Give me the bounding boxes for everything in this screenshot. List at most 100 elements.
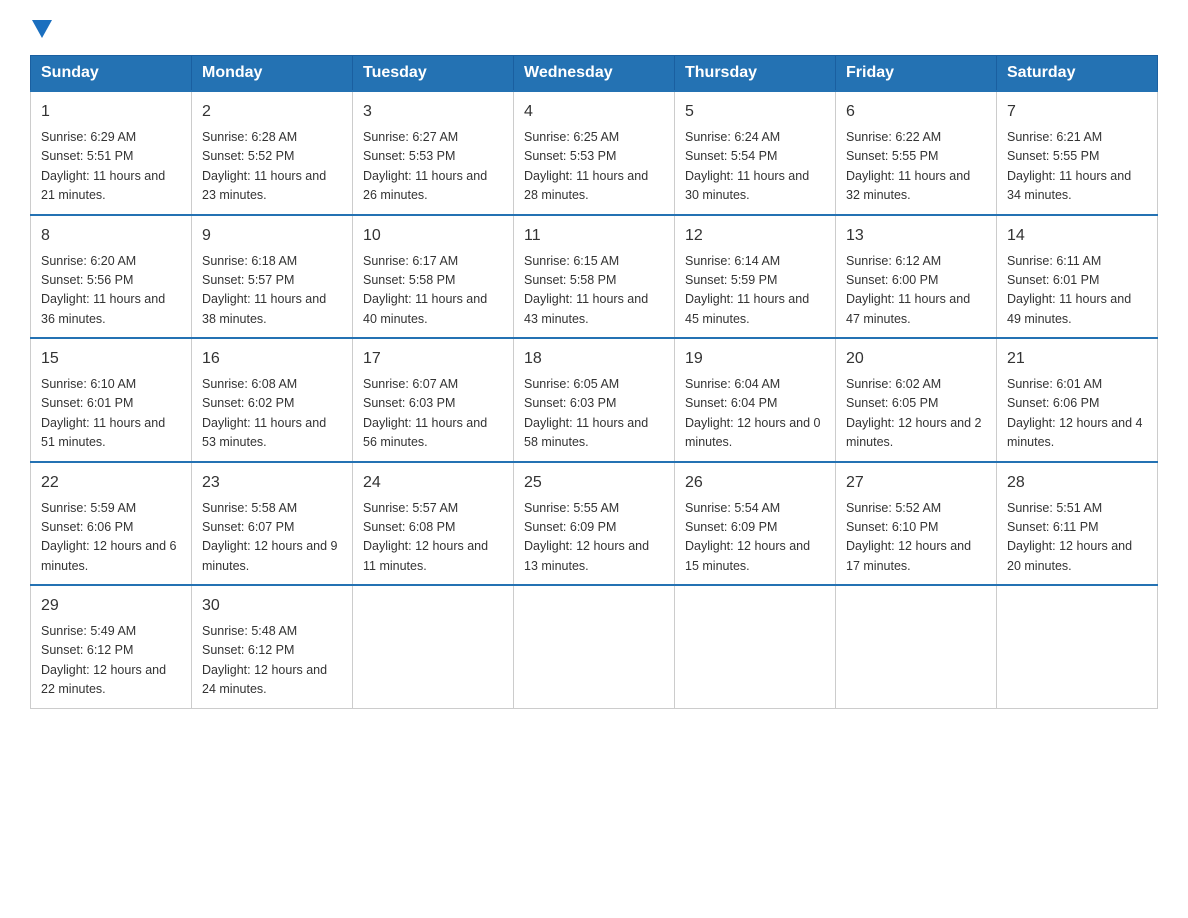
- column-header-tuesday: Tuesday: [353, 56, 514, 92]
- day-info: Sunrise: 5:55 AMSunset: 6:09 PMDaylight:…: [524, 499, 664, 577]
- day-number: 13: [846, 224, 986, 248]
- day-info: Sunrise: 6:20 AMSunset: 5:56 PMDaylight:…: [41, 252, 181, 330]
- day-info: Sunrise: 6:04 AMSunset: 6:04 PMDaylight:…: [685, 375, 825, 453]
- calendar-cell: 20 Sunrise: 6:02 AMSunset: 6:05 PMDayligh…: [836, 338, 997, 462]
- logo-arrow-icon: [32, 20, 52, 40]
- calendar-cell: 2 Sunrise: 6:28 AMSunset: 5:52 PMDaylight…: [192, 91, 353, 215]
- calendar-cell: 15 Sunrise: 6:10 AMSunset: 6:01 PMDayligh…: [31, 338, 192, 462]
- calendar-cell: [997, 585, 1158, 708]
- day-info: Sunrise: 6:11 AMSunset: 6:01 PMDaylight:…: [1007, 252, 1147, 330]
- day-info: Sunrise: 6:28 AMSunset: 5:52 PMDaylight:…: [202, 128, 342, 206]
- day-info: Sunrise: 5:48 AMSunset: 6:12 PMDaylight:…: [202, 622, 342, 700]
- calendar-cell: 1 Sunrise: 6:29 AMSunset: 5:51 PMDaylight…: [31, 91, 192, 215]
- calendar-cell: 19 Sunrise: 6:04 AMSunset: 6:04 PMDayligh…: [675, 338, 836, 462]
- day-info: Sunrise: 6:10 AMSunset: 6:01 PMDaylight:…: [41, 375, 181, 453]
- week-row-3: 15 Sunrise: 6:10 AMSunset: 6:01 PMDayligh…: [31, 338, 1158, 462]
- calendar-cell: 13 Sunrise: 6:12 AMSunset: 6:00 PMDayligh…: [836, 215, 997, 339]
- day-number: 7: [1007, 100, 1147, 124]
- page-header: [30, 20, 1158, 45]
- column-header-sunday: Sunday: [31, 56, 192, 92]
- day-number: 22: [41, 471, 181, 495]
- day-number: 21: [1007, 347, 1147, 371]
- day-info: Sunrise: 6:14 AMSunset: 5:59 PMDaylight:…: [685, 252, 825, 330]
- calendar-cell: [353, 585, 514, 708]
- column-header-friday: Friday: [836, 56, 997, 92]
- day-info: Sunrise: 6:01 AMSunset: 6:06 PMDaylight:…: [1007, 375, 1147, 453]
- calendar-cell: 14 Sunrise: 6:11 AMSunset: 6:01 PMDayligh…: [997, 215, 1158, 339]
- calendar-cell: 4Sunrise: 6:25 AMSunset: 5:53 PMDaylight…: [514, 91, 675, 215]
- day-number: 18: [524, 347, 664, 371]
- calendar-cell: 3 Sunrise: 6:27 AMSunset: 5:53 PMDaylight…: [353, 91, 514, 215]
- day-number: 14: [1007, 224, 1147, 248]
- day-info: Sunrise: 5:54 AMSunset: 6:09 PMDaylight:…: [685, 499, 825, 577]
- day-number: 4: [524, 100, 664, 124]
- day-number: 29: [41, 594, 181, 618]
- day-info: Sunrise: 6:29 AMSunset: 5:51 PMDaylight:…: [41, 128, 181, 206]
- day-info: Sunrise: 6:17 AMSunset: 5:58 PMDaylight:…: [363, 252, 503, 330]
- calendar-cell: 17 Sunrise: 6:07 AMSunset: 6:03 PMDayligh…: [353, 338, 514, 462]
- calendar-cell: 30 Sunrise: 5:48 AMSunset: 6:12 PMDayligh…: [192, 585, 353, 708]
- calendar-cell: 24 Sunrise: 5:57 AMSunset: 6:08 PMDayligh…: [353, 462, 514, 586]
- day-number: 27: [846, 471, 986, 495]
- day-info: Sunrise: 5:57 AMSunset: 6:08 PMDaylight:…: [363, 499, 503, 577]
- day-info: Sunrise: 6:05 AMSunset: 6:03 PMDaylight:…: [524, 375, 664, 453]
- day-info: Sunrise: 6:22 AMSunset: 5:55 PMDaylight:…: [846, 128, 986, 206]
- day-info: Sunrise: 5:52 AMSunset: 6:10 PMDaylight:…: [846, 499, 986, 577]
- day-number: 8: [41, 224, 181, 248]
- day-number: 19: [685, 347, 825, 371]
- calendar-cell: 21 Sunrise: 6:01 AMSunset: 6:06 PMDayligh…: [997, 338, 1158, 462]
- day-info: Sunrise: 6:15 AMSunset: 5:58 PMDaylight:…: [524, 252, 664, 330]
- logo: [30, 20, 52, 45]
- day-number: 15: [41, 347, 181, 371]
- calendar-cell: 18 Sunrise: 6:05 AMSunset: 6:03 PMDayligh…: [514, 338, 675, 462]
- week-row-2: 8 Sunrise: 6:20 AMSunset: 5:56 PMDaylight…: [31, 215, 1158, 339]
- day-number: 30: [202, 594, 342, 618]
- calendar-cell: 25 Sunrise: 5:55 AMSunset: 6:09 PMDayligh…: [514, 462, 675, 586]
- calendar-cell: 6Sunrise: 6:22 AMSunset: 5:55 PMDaylight…: [836, 91, 997, 215]
- calendar-cell: [514, 585, 675, 708]
- day-number: 20: [846, 347, 986, 371]
- calendar-cell: [675, 585, 836, 708]
- day-number: 16: [202, 347, 342, 371]
- calendar-cell: 26Sunrise: 5:54 AMSunset: 6:09 PMDayligh…: [675, 462, 836, 586]
- day-info: Sunrise: 6:12 AMSunset: 6:00 PMDaylight:…: [846, 252, 986, 330]
- week-row-5: 29Sunrise: 5:49 AMSunset: 6:12 PMDayligh…: [31, 585, 1158, 708]
- column-header-monday: Monday: [192, 56, 353, 92]
- column-header-thursday: Thursday: [675, 56, 836, 92]
- calendar-cell: 23 Sunrise: 5:58 AMSunset: 6:07 PMDayligh…: [192, 462, 353, 586]
- day-number: 17: [363, 347, 503, 371]
- calendar-cell: 9 Sunrise: 6:18 AMSunset: 5:57 PMDaylight…: [192, 215, 353, 339]
- day-number: 9: [202, 224, 342, 248]
- day-number: 12: [685, 224, 825, 248]
- calendar-cell: 16 Sunrise: 6:08 AMSunset: 6:02 PMDayligh…: [192, 338, 353, 462]
- calendar-cell: 5 Sunrise: 6:24 AMSunset: 5:54 PMDaylight…: [675, 91, 836, 215]
- day-number: 10: [363, 224, 503, 248]
- day-number: 5: [685, 100, 825, 124]
- day-info: Sunrise: 6:08 AMSunset: 6:02 PMDaylight:…: [202, 375, 342, 453]
- day-number: 25: [524, 471, 664, 495]
- calendar-table: SundayMondayTuesdayWednesdayThursdayFrid…: [30, 55, 1158, 709]
- day-info: Sunrise: 6:02 AMSunset: 6:05 PMDaylight:…: [846, 375, 986, 453]
- day-info: Sunrise: 5:58 AMSunset: 6:07 PMDaylight:…: [202, 499, 342, 577]
- calendar-cell: 8 Sunrise: 6:20 AMSunset: 5:56 PMDaylight…: [31, 215, 192, 339]
- day-number: 1: [41, 100, 181, 124]
- day-number: 3: [363, 100, 503, 124]
- day-info: Sunrise: 6:18 AMSunset: 5:57 PMDaylight:…: [202, 252, 342, 330]
- day-info: Sunrise: 5:51 AMSunset: 6:11 PMDaylight:…: [1007, 499, 1147, 577]
- day-number: 23: [202, 471, 342, 495]
- calendar-header-row: SundayMondayTuesdayWednesdayThursdayFrid…: [31, 56, 1158, 92]
- column-header-saturday: Saturday: [997, 56, 1158, 92]
- calendar-cell: 22Sunrise: 5:59 AMSunset: 6:06 PMDayligh…: [31, 462, 192, 586]
- calendar-cell: 10 Sunrise: 6:17 AMSunset: 5:58 PMDayligh…: [353, 215, 514, 339]
- day-number: 2: [202, 100, 342, 124]
- calendar-cell: 11Sunrise: 6:15 AMSunset: 5:58 PMDayligh…: [514, 215, 675, 339]
- calendar-cell: 27 Sunrise: 5:52 AMSunset: 6:10 PMDayligh…: [836, 462, 997, 586]
- day-info: Sunrise: 6:21 AMSunset: 5:55 PMDaylight:…: [1007, 128, 1147, 206]
- day-number: 24: [363, 471, 503, 495]
- day-info: Sunrise: 6:24 AMSunset: 5:54 PMDaylight:…: [685, 128, 825, 206]
- week-row-4: 22Sunrise: 5:59 AMSunset: 6:06 PMDayligh…: [31, 462, 1158, 586]
- column-header-wednesday: Wednesday: [514, 56, 675, 92]
- calendar-cell: 29Sunrise: 5:49 AMSunset: 6:12 PMDayligh…: [31, 585, 192, 708]
- day-info: Sunrise: 6:27 AMSunset: 5:53 PMDaylight:…: [363, 128, 503, 206]
- day-info: Sunrise: 6:07 AMSunset: 6:03 PMDaylight:…: [363, 375, 503, 453]
